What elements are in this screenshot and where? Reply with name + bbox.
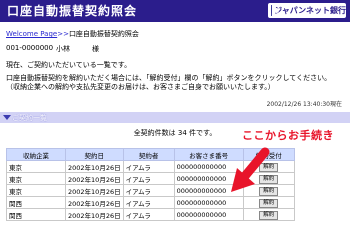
cell-date: 2002年10月26日	[65, 184, 124, 197]
breadcrumb-separator: >>	[57, 30, 69, 38]
user-name: 小林	[56, 45, 70, 53]
cancel-button[interactable]: 解約	[259, 210, 279, 220]
bank-logo[interactable]: ジャパンネット銀行	[268, 3, 346, 18]
red-arrow-icon	[231, 147, 270, 192]
triangle-down-icon	[3, 115, 11, 120]
cell-date: 2002年10月26日	[65, 208, 124, 221]
cell-company: 東京	[6, 160, 66, 173]
column-header-holder: 契約者	[122, 148, 175, 161]
page-title: 口座自動振替契約照会	[7, 4, 138, 18]
description-text: 口座自動振替契約を解約いただく場合には、「解約受付」欄の「解約」ボタンをクリック…	[6, 74, 332, 91]
section-title: ご契約一覧	[12, 114, 47, 122]
cell-date: 2002年10月26日	[65, 160, 124, 173]
cell-company: 関西	[6, 196, 66, 209]
user-honorific: 様	[92, 45, 99, 53]
user-id: 001-0000000	[6, 44, 54, 52]
section-header: ご契約一覧	[0, 112, 350, 123]
notice-text: 現在、ご契約いただいている一覧です。	[6, 61, 132, 69]
user-info: 001-0000000 小林 様	[6, 44, 99, 53]
cell-company: 東京	[6, 172, 66, 185]
breadcrumb-home-link[interactable]: Welcome Page	[6, 30, 57, 38]
cell-holder: イアムラ	[122, 172, 175, 185]
cell-holder: イアムラ	[122, 160, 175, 173]
table-row: 関西 2002年10月26日 イアムラ 000000000000 解約	[6, 208, 296, 221]
cell-date: 2002年10月26日	[65, 172, 124, 185]
cell-holder: イアムラ	[122, 208, 175, 221]
cell-date: 2002年10月26日	[65, 196, 124, 209]
breadcrumb-current: 口座自動振替契約照会	[68, 30, 139, 38]
column-header-date: 契約日	[65, 148, 124, 161]
bank-logo-text: ジャパンネット銀行	[274, 6, 346, 15]
header-bar: 口座自動振替契約照会 ジャパンネット銀行	[0, 0, 350, 22]
column-header-company: 収納企業	[6, 148, 66, 161]
timestamp: 2002/12/26 13:40:30現在	[266, 101, 342, 108]
breadcrumb: Welcome Page>>口座自動振替契約照会	[6, 29, 139, 39]
cell-action: 解約	[242, 208, 296, 221]
cell-holder: イアムラ	[122, 184, 175, 197]
cell-number: 000000000000	[173, 208, 244, 221]
cell-company: 関西	[6, 208, 66, 221]
cell-holder: イアムラ	[122, 196, 175, 209]
cell-company: 東京	[6, 184, 66, 197]
